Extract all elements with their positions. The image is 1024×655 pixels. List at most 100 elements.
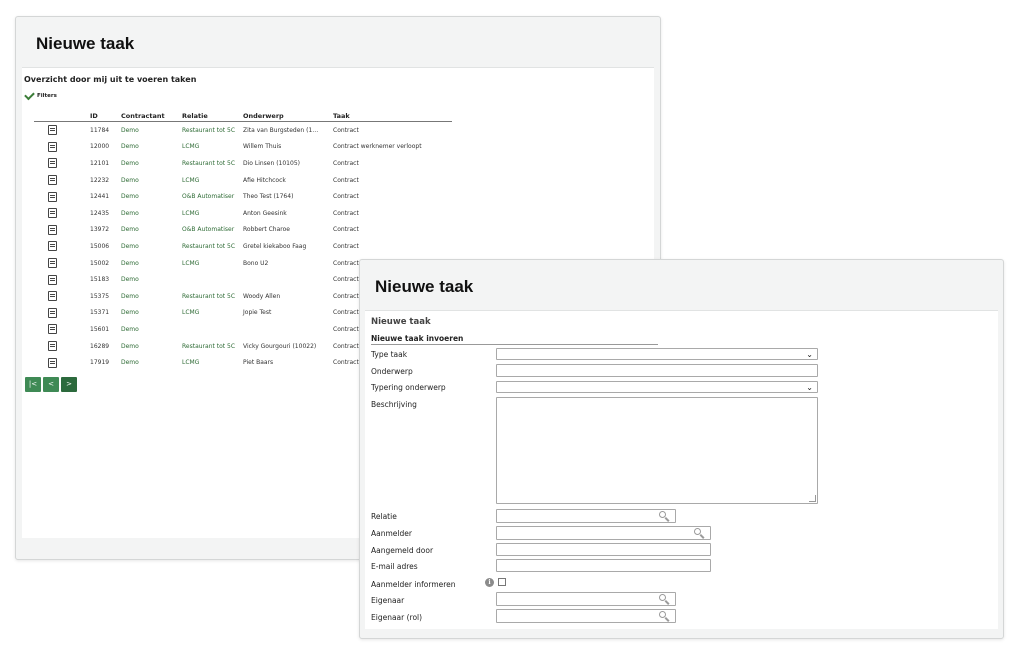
column-header [34, 110, 88, 122]
task-contractant: Demo [121, 242, 139, 250]
column-header-relatie[interactable]: Relatie [180, 110, 241, 122]
task-relatie[interactable]: O&B Automatiser [180, 188, 241, 205]
table-row[interactable]: 12232 Demo LCMG Afie Hitchcock Contract [34, 172, 452, 189]
type-taak-label: Type taak [371, 350, 408, 359]
search-icon[interactable] [659, 511, 670, 522]
task-contractant: Demo [121, 126, 139, 134]
typering-onderwerp-select[interactable]: ⌄ [496, 381, 818, 393]
aanmelder-lookup[interactable] [496, 526, 711, 540]
checkmark-icon [24, 89, 35, 101]
table-row[interactable]: 12435 Demo LCMG Anton Geesink Contract [34, 205, 452, 222]
document-icon[interactable] [48, 208, 57, 219]
task-relatie[interactable]: LCMG [180, 305, 241, 322]
first-page-button[interactable]: |< [25, 377, 41, 392]
task-contractant: Demo [121, 292, 139, 300]
task-relatie[interactable]: LCMG [180, 354, 241, 371]
row-action-cell [34, 255, 88, 272]
document-icon[interactable] [48, 274, 57, 285]
new-task-window: Nieuwe taak Nieuwe taak Nieuwe taak invo… [359, 259, 1004, 639]
document-icon[interactable] [48, 191, 57, 202]
relatie-lookup[interactable] [496, 509, 676, 523]
task-relatie[interactable]: LCMG [180, 205, 241, 222]
task-relatie[interactable] [180, 271, 241, 288]
row-action-cell [34, 288, 88, 305]
document-icon[interactable] [48, 291, 57, 302]
chevron-down-icon: ⌄ [806, 350, 813, 359]
task-contractant: Demo [121, 209, 139, 217]
document-icon[interactable] [48, 357, 57, 368]
table-row[interactable]: 11784 Demo Restaurant tot 5C Zita van Burgs… [34, 122, 452, 139]
task-relatie[interactable]: Restaurant tot 5C [180, 122, 241, 139]
window-title: Nieuwe taak [375, 277, 474, 296]
table-row[interactable]: 13972 Demo O&B Automatiser Robbert Charoe Co… [34, 222, 452, 239]
filters-toggle[interactable]: Filters [24, 89, 57, 101]
row-action-cell [34, 122, 88, 139]
task-taak: Contract werknemer verloopt [333, 143, 422, 151]
task-relatie[interactable]: LCMG [180, 255, 241, 272]
typering-onderwerp-label: Typering onderwerp [371, 383, 446, 392]
email-input[interactable] [496, 559, 711, 572]
previous-page-button[interactable]: < [43, 377, 59, 392]
task-id: 12000 [90, 143, 110, 151]
aanmelder-label: Aanmelder [371, 529, 412, 538]
task-relatie[interactable]: Restaurant tot 5C [180, 338, 241, 355]
document-icon[interactable] [48, 224, 57, 235]
column-header-taak[interactable]: Taak [331, 110, 452, 122]
beschrijving-textarea[interactable] [496, 397, 818, 504]
table-row[interactable]: 12000 Demo LCMG Willem Thuis Contract werkne… [34, 139, 452, 156]
document-icon[interactable] [48, 175, 57, 186]
row-action-cell [34, 354, 88, 371]
task-relatie[interactable]: Restaurant tot 5C [180, 238, 241, 255]
document-icon[interactable] [48, 241, 57, 252]
task-relatie[interactable]: O&B Automatiser [180, 222, 241, 239]
document-icon[interactable] [48, 307, 57, 318]
eigenaar-lookup[interactable] [496, 592, 676, 606]
info-icon[interactable]: i [485, 578, 494, 587]
document-icon[interactable] [48, 258, 57, 269]
task-id: 13972 [90, 226, 110, 234]
table-row[interactable]: 15006 Demo Restaurant tot 5C Gretel kiekabo… [34, 238, 452, 255]
task-onderwerp: Vicky Gourgouri (10022) [243, 342, 317, 350]
type-taak-select[interactable]: ⌄ [496, 348, 818, 360]
task-onderwerp: Piet Baars [243, 359, 274, 367]
eigenaar-label: Eigenaar [371, 596, 405, 605]
task-contractant: Demo [121, 342, 139, 350]
task-id: 12232 [90, 176, 110, 184]
task-onderwerp: Bono U2 [243, 259, 269, 267]
document-icon[interactable] [48, 125, 57, 136]
resize-handle-icon[interactable] [809, 495, 816, 502]
task-onderwerp: Afie Hitchcock [243, 176, 286, 184]
task-taak: Contract [333, 193, 359, 201]
task-relatie[interactable]: Restaurant tot 5C [180, 288, 241, 305]
email-label: E-mail adres [371, 562, 418, 571]
aangemeld-door-input[interactable] [496, 543, 711, 556]
column-header-contractant[interactable]: Contractant [119, 110, 180, 122]
task-relatie[interactable]: Restaurant tot 5C [180, 155, 241, 172]
next-page-button[interactable]: > [61, 377, 77, 392]
document-icon[interactable] [48, 324, 57, 335]
document-icon[interactable] [48, 341, 57, 352]
aanmelder-informeren-checkbox[interactable] [498, 578, 506, 586]
task-contractant: Demo [121, 176, 139, 184]
column-header-id[interactable]: ID [88, 110, 119, 122]
search-icon[interactable] [659, 611, 670, 622]
task-relatie[interactable] [180, 321, 241, 338]
window-title: Nieuwe taak [36, 34, 135, 53]
onderwerp-input[interactable] [496, 364, 818, 377]
eigenaar-rol-lookup[interactable] [496, 609, 676, 623]
task-contractant: Demo [121, 143, 139, 151]
document-icon[interactable] [48, 141, 57, 152]
row-action-cell [34, 271, 88, 288]
document-icon[interactable] [48, 158, 57, 169]
search-icon[interactable] [694, 528, 705, 539]
task-contractant: Demo [121, 193, 139, 201]
table-row[interactable]: 12101 Demo Restaurant tot 5C Dio Linsen (10… [34, 155, 452, 172]
task-relatie[interactable]: LCMG [180, 139, 241, 156]
column-header-onderwerp[interactable]: Onderwerp [241, 110, 331, 122]
search-icon[interactable] [659, 594, 670, 605]
task-taak: Contract [333, 159, 359, 167]
new-task-form: Nieuwe taak Nieuwe taak invoeren Type ta… [365, 310, 998, 629]
table-row[interactable]: 12441 Demo O&B Automatiser Theo Test (1764)… [34, 188, 452, 205]
row-action-cell [34, 188, 88, 205]
task-relatie[interactable]: LCMG [180, 172, 241, 189]
